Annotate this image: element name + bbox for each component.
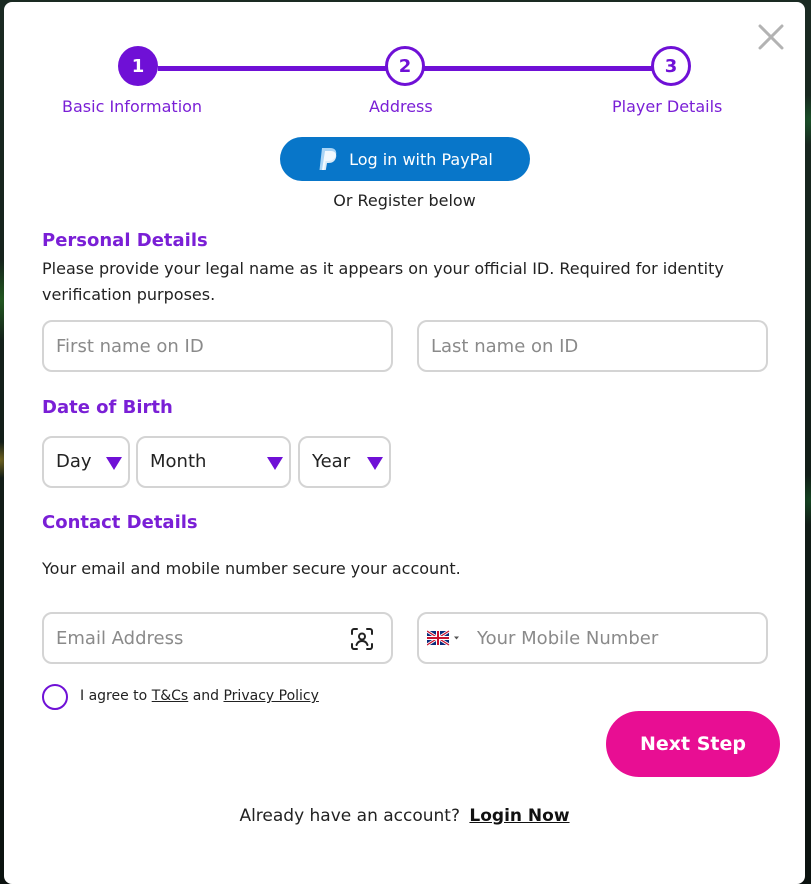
agree-prefix: I agree to [80, 688, 148, 704]
paypal-button-label: Log in with PayPal [349, 149, 493, 169]
personal-details-title: Personal Details [42, 230, 208, 251]
privacy-policy-link[interactable]: Privacy Policy [223, 688, 318, 704]
email-input[interactable] [56, 614, 338, 662]
last-name-field[interactable] [417, 320, 768, 372]
next-step-button[interactable]: Next Step [606, 711, 780, 777]
day-select-label: Day [56, 451, 92, 472]
step-2-label: Address [369, 97, 433, 116]
step-2-circle: 2 [385, 46, 425, 86]
personal-details-description: Please provide your legal name as it app… [42, 259, 724, 304]
contact-details-description: Your email and mobile number secure your… [42, 559, 461, 578]
paypal-login-button[interactable]: Log in with PayPal [280, 137, 530, 181]
step-3-label: Player Details [612, 97, 723, 116]
stepper-line-1 [158, 66, 386, 71]
last-name-input[interactable] [431, 322, 751, 370]
email-field[interactable] [42, 612, 393, 664]
first-name-input[interactable] [56, 322, 376, 370]
agree-conjunction: and [192, 688, 220, 704]
year-select[interactable]: Year [298, 436, 391, 488]
terms-agreement-text: I agree to T&Cs and Privacy Policy [80, 688, 319, 704]
tcs-link[interactable]: T&Cs [152, 688, 189, 704]
first-name-field[interactable] [42, 320, 393, 372]
month-select[interactable]: Month [136, 436, 291, 488]
step-3-number: 3 [664, 55, 678, 77]
month-select-label: Month [150, 451, 207, 472]
chevron-down-icon [106, 457, 122, 470]
terms-checkbox[interactable] [42, 684, 68, 710]
uk-flag-icon[interactable] [427, 629, 463, 647]
login-now-link[interactable]: Login Now [469, 806, 569, 826]
stepper-line-2 [424, 66, 652, 71]
contact-details-title: Contact Details [42, 512, 198, 533]
login-prompt: Already have an account? Login Now [4, 806, 805, 826]
step-1-number: 1 [131, 55, 145, 77]
or-register-text: Or Register below [333, 191, 476, 210]
login-prompt-text: Already have an account? [239, 806, 460, 826]
step-3-circle: 3 [651, 46, 691, 86]
dob-title: Date of Birth [42, 397, 173, 418]
mobile-input[interactable] [477, 614, 757, 662]
close-icon[interactable] [756, 22, 786, 52]
step-2-number: 2 [398, 55, 412, 77]
paypal-icon [319, 148, 337, 170]
chevron-down-icon [267, 457, 283, 470]
year-select-label: Year [312, 451, 351, 472]
step-1-circle: 1 [118, 46, 158, 86]
day-select[interactable]: Day [42, 436, 130, 488]
chevron-down-icon [367, 457, 383, 470]
mobile-field[interactable] [417, 612, 768, 664]
registration-modal: 1 2 3 Basic Information Address Player D… [4, 2, 805, 884]
step-1-label: Basic Information [62, 97, 203, 116]
face-id-icon[interactable] [350, 627, 374, 651]
